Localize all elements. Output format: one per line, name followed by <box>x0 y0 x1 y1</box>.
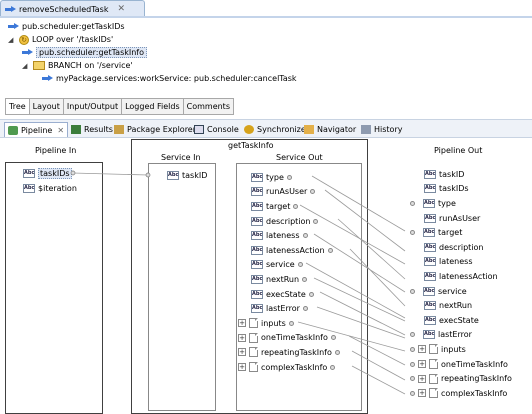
map-line <box>313 277 406 322</box>
map-line <box>351 365 406 395</box>
map-line <box>297 321 406 352</box>
map-line <box>299 204 406 265</box>
map-line <box>319 291 406 336</box>
map-line <box>311 175 406 232</box>
map-line <box>313 233 406 293</box>
map-line <box>72 172 149 176</box>
map-line <box>349 248 406 307</box>
map-line <box>337 218 406 280</box>
connector-dot <box>145 172 151 178</box>
map-line <box>348 335 406 366</box>
map-line <box>351 350 406 381</box>
map-line <box>316 306 406 339</box>
mapping-lines <box>70 170 406 395</box>
connector-dot <box>70 170 76 176</box>
